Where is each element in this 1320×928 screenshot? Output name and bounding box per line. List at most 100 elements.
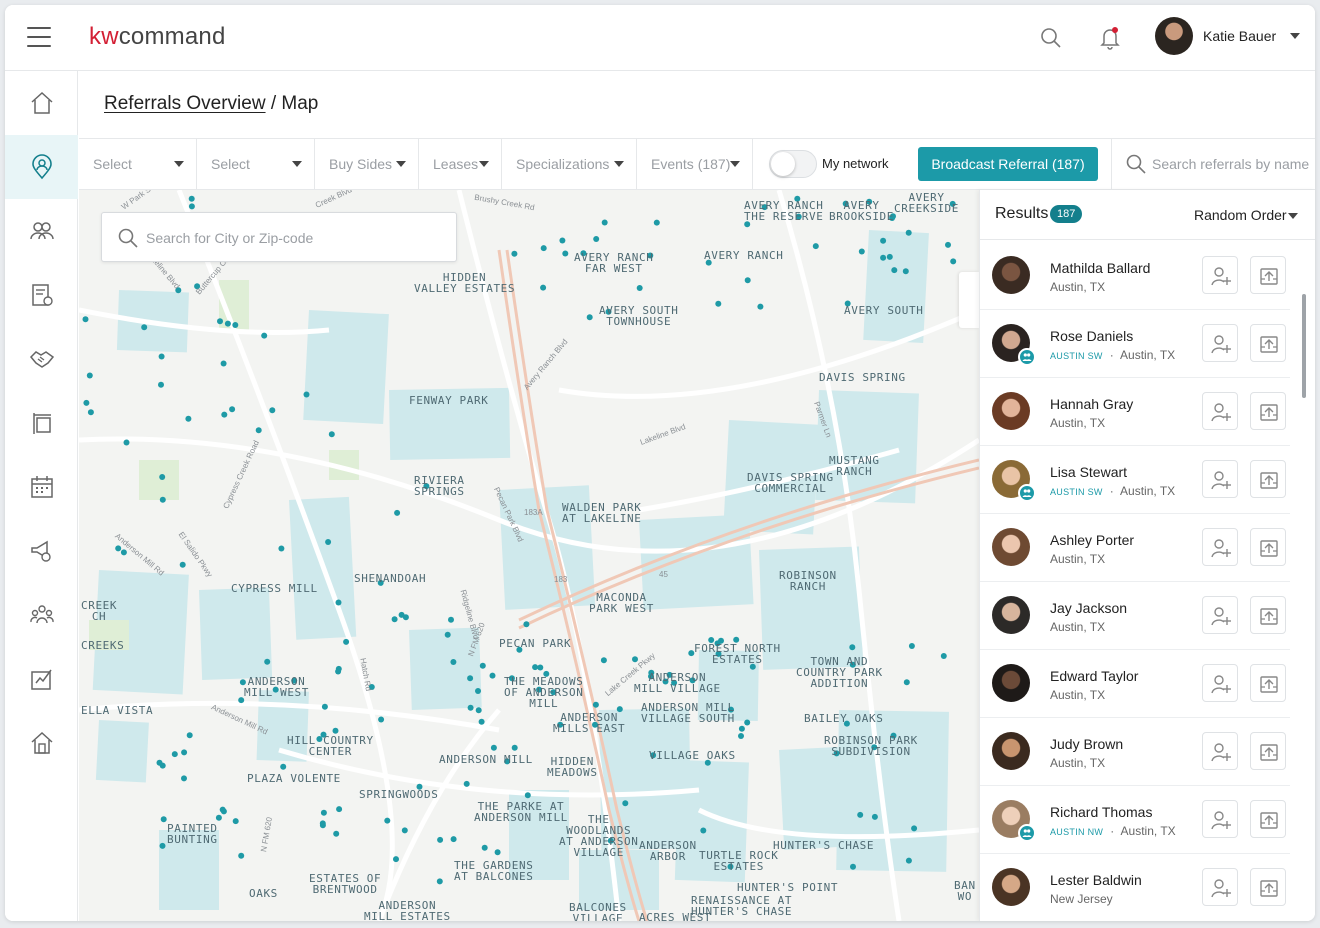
agent-map-pin[interactable] <box>880 237 887 244</box>
agent-map-pin[interactable] <box>945 241 951 248</box>
filter-events[interactable]: Events (187) <box>637 139 753 189</box>
agent-map-pin[interactable] <box>850 863 856 870</box>
agent-map-pin[interactable] <box>158 353 165 360</box>
agent-map-pin[interactable] <box>232 322 239 328</box>
agent-name[interactable]: Judy Brown <box>1050 736 1123 752</box>
agent-result-row[interactable]: Richard Thomas AUSTIN NW · Austin, TX <box>980 786 1290 854</box>
agent-map-pin[interactable] <box>185 415 192 422</box>
agent-map-pin[interactable] <box>229 406 236 413</box>
agent-map-pin[interactable] <box>328 431 335 438</box>
agent-result-row[interactable]: Lester Baldwin New Jersey <box>980 854 1290 921</box>
agent-map-pin[interactable] <box>159 842 166 849</box>
agent-map-pin[interactable] <box>401 827 408 834</box>
agent-map-pin[interactable] <box>319 820 326 827</box>
agent-map-pin[interactable] <box>757 303 764 310</box>
agent-map-pin[interactable] <box>715 300 722 307</box>
filter-specializations[interactable]: Specializations <box>502 139 637 189</box>
agent-map-pin[interactable] <box>475 688 481 694</box>
agent-map-pin[interactable] <box>467 675 474 682</box>
agent-map-pin[interactable] <box>450 836 457 843</box>
send-referral-button[interactable] <box>1250 732 1286 770</box>
panel-collapse-handle[interactable] <box>959 272 979 328</box>
nav-deals[interactable] <box>5 327 78 391</box>
agent-name[interactable]: Hannah Gray <box>1050 396 1133 412</box>
agent-map-pin[interactable] <box>219 806 226 813</box>
agent-map-pin[interactable] <box>744 277 751 284</box>
agent-map-pin[interactable] <box>540 245 547 252</box>
agent-map-pin[interactable] <box>393 856 399 863</box>
agent-map-pin[interactable] <box>463 780 470 787</box>
agent-map-pin[interactable] <box>394 509 401 516</box>
agent-map-pin[interactable] <box>171 751 178 758</box>
agent-map-pin[interactable] <box>600 657 607 664</box>
send-referral-button[interactable] <box>1250 800 1286 838</box>
agent-map-pin[interactable] <box>217 318 223 325</box>
agent-map-pin[interactable] <box>255 427 262 434</box>
agent-map-pin[interactable] <box>280 763 287 770</box>
add-contact-button[interactable] <box>1202 596 1238 634</box>
agent-map-pin[interactable] <box>444 631 451 638</box>
agent-map-pin[interactable] <box>181 775 187 782</box>
send-referral-button[interactable] <box>1250 868 1286 906</box>
agent-map-pin[interactable] <box>437 836 444 843</box>
agent-map-pin[interactable] <box>622 800 629 807</box>
nav-reports[interactable] <box>5 647 78 711</box>
agent-map-pin[interactable] <box>511 250 518 257</box>
agent-map-pin[interactable] <box>336 806 343 813</box>
agent-result-row[interactable]: Lisa Stewart AUSTIN SW · Austin, TX <box>980 446 1290 514</box>
agent-map-pin[interactable] <box>159 474 166 480</box>
agent-result-row[interactable]: Hannah Gray Austin, TX <box>980 378 1290 446</box>
agent-result-row[interactable]: Ashley Porter Austin, TX <box>980 514 1290 582</box>
agent-map-pin[interactable] <box>123 439 130 446</box>
agent-map-pin[interactable] <box>905 229 912 236</box>
agent-map-pin[interactable] <box>903 679 910 686</box>
send-referral-button[interactable] <box>1250 528 1286 566</box>
agent-map-pin[interactable] <box>160 816 167 823</box>
agent-map-pin[interactable] <box>264 658 271 665</box>
agent-map-pin[interactable] <box>303 391 310 398</box>
agent-map-pin[interactable] <box>523 621 530 628</box>
referral-search-input[interactable] <box>1152 153 1312 175</box>
agent-map-pin[interactable] <box>261 332 268 339</box>
agent-map-pin[interactable] <box>224 320 231 327</box>
add-contact-button[interactable] <box>1202 460 1238 498</box>
agent-result-row[interactable]: Mathilda Ballard Austin, TX <box>980 242 1290 310</box>
agent-name[interactable]: Rose Daniels <box>1050 328 1133 344</box>
agent-map-pin[interactable] <box>849 644 856 651</box>
referrals-map[interactable]: AVERY RANCH THE RESERVE AVERY BROOKSIDE AV… <box>79 190 979 921</box>
add-contact-button[interactable] <box>1202 256 1238 294</box>
filter-dropdown-2[interactable]: Select <box>197 139 315 189</box>
agent-map-pin[interactable] <box>83 399 90 406</box>
agent-map-pin[interactable] <box>586 314 593 321</box>
agent-map-pin[interactable] <box>812 243 819 250</box>
nav-listings[interactable] <box>5 391 78 455</box>
agent-map-pin[interactable] <box>321 703 328 710</box>
agent-map-pin[interactable] <box>278 545 285 552</box>
agent-map-pin[interactable] <box>902 268 909 275</box>
agent-map-pin[interactable] <box>343 638 350 645</box>
agent-map-pin[interactable] <box>232 818 239 825</box>
agent-map-pin[interactable] <box>220 360 227 367</box>
agent-result-row[interactable]: Jay Jackson Austin, TX <box>980 582 1290 650</box>
chevron-down-icon[interactable] <box>1288 213 1298 219</box>
agent-map-pin[interactable] <box>532 664 539 671</box>
agent-name[interactable]: Ashley Porter <box>1050 532 1134 548</box>
agent-map-pin[interactable] <box>940 653 947 659</box>
agent-map-pin[interactable] <box>880 254 887 261</box>
agent-map-pin[interactable] <box>159 762 166 769</box>
nav-marketing[interactable] <box>5 519 78 583</box>
filter-buy-sides[interactable]: Buy Sides <box>315 139 419 189</box>
filter-dropdown-1[interactable]: Select <box>79 139 197 189</box>
agent-map-pin[interactable] <box>333 830 340 837</box>
agent-map-pin[interactable] <box>489 672 496 679</box>
agent-map-pin[interactable] <box>592 701 599 708</box>
nav-contacts[interactable] <box>5 199 78 263</box>
agent-map-pin[interactable] <box>378 716 385 723</box>
send-referral-button[interactable] <box>1250 256 1286 294</box>
agent-map-pin[interactable] <box>744 719 751 726</box>
broadcast-referral-button[interactable]: Broadcast Referral (187) <box>918 147 1098 181</box>
agent-name[interactable]: Lisa Stewart <box>1050 464 1127 480</box>
nav-calendar[interactable] <box>5 455 78 519</box>
agent-map-pin[interactable] <box>911 825 918 832</box>
agent-name[interactable]: Mathilda Ballard <box>1050 260 1150 276</box>
